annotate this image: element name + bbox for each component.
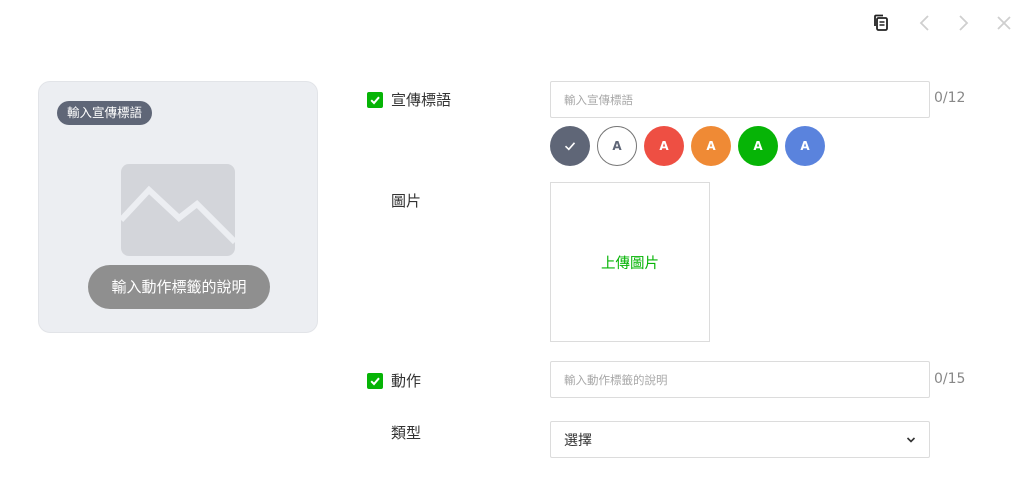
- swatch-letter: A: [612, 139, 622, 153]
- image-label-group: 圖片: [391, 190, 421, 211]
- preview-action-button: 輸入動作標籤的說明: [88, 265, 270, 309]
- check-icon: [370, 377, 380, 385]
- close-icon: [997, 16, 1011, 30]
- upload-image-label: 上傳圖片: [601, 255, 659, 272]
- previous-button[interactable]: [914, 11, 936, 35]
- chevron-down-icon: [906, 436, 916, 443]
- slogan-count: 0: [934, 90, 943, 106]
- action-input[interactable]: [551, 362, 929, 397]
- slogan-checkbox[interactable]: [367, 91, 383, 108]
- type-label: 類型: [391, 424, 422, 442]
- color-swatch-white[interactable]: A: [597, 126, 637, 166]
- image-placeholder-icon: [121, 164, 235, 256]
- slogan-input[interactable]: [551, 82, 929, 117]
- color-swatch-green[interactable]: A: [738, 126, 778, 166]
- swatch-letter: A: [753, 139, 763, 153]
- image-label: 圖片: [391, 192, 422, 210]
- slogan-label: 宣傳標語: [391, 91, 452, 109]
- action-counter: 0/15: [934, 371, 965, 387]
- image-upload-area[interactable]: 上傳圖片: [550, 182, 710, 342]
- type-select-value: 選擇: [564, 432, 592, 449]
- preview-slogan-tag: 輸入宣傳標語: [57, 101, 153, 125]
- type-select[interactable]: 選擇: [550, 421, 930, 458]
- slogan-counter: 0/12: [934, 90, 965, 106]
- copy-icon: [874, 14, 888, 31]
- action-input-box: [550, 361, 930, 398]
- action-max: /15: [942, 371, 966, 387]
- check-icon: [564, 142, 576, 151]
- check-icon: [370, 96, 380, 104]
- swatch-letter: A: [800, 139, 810, 153]
- color-swatch-orange[interactable]: A: [691, 126, 731, 166]
- close-button[interactable]: [992, 11, 1016, 35]
- swatch-letter: A: [706, 139, 716, 153]
- color-swatch-slate[interactable]: [550, 126, 590, 166]
- color-swatch-red[interactable]: A: [644, 126, 684, 166]
- action-count: 0: [934, 371, 943, 387]
- message-preview: 輸入宣傳標語 輸入動作標籤的說明: [38, 81, 318, 333]
- slogan-label-group: 宣傳標語: [367, 89, 451, 110]
- slogan-input-box: [550, 81, 930, 118]
- copy-button[interactable]: [869, 11, 893, 35]
- type-label-group: 類型: [391, 422, 421, 443]
- action-label-group: 動作: [367, 370, 421, 391]
- chevron-left-icon: [919, 15, 929, 31]
- color-swatch-blue[interactable]: A: [785, 126, 825, 166]
- action-label: 動作: [391, 372, 422, 390]
- next-button[interactable]: [952, 11, 974, 35]
- chevron-right-icon: [959, 15, 969, 31]
- swatch-letter: A: [659, 139, 669, 153]
- action-checkbox[interactable]: [367, 372, 383, 389]
- slogan-max: /12: [942, 90, 966, 106]
